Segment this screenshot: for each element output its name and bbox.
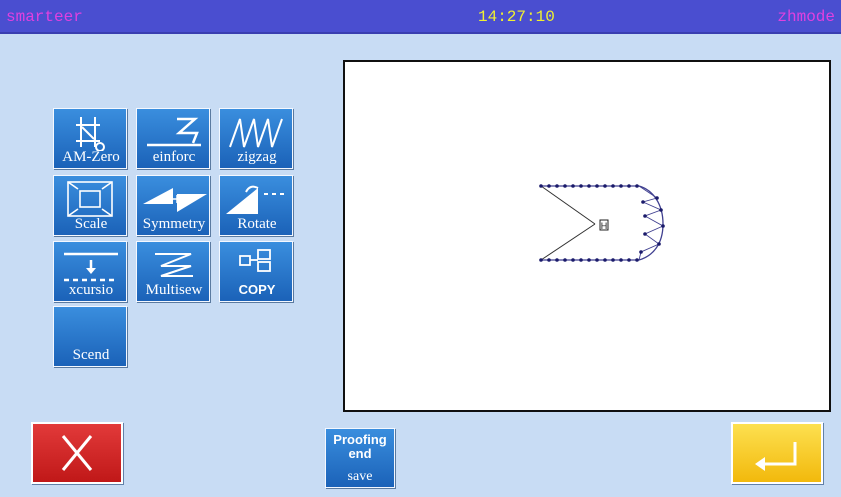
scale-icon: [67, 181, 113, 217]
zigzag-button[interactable]: zigzag: [219, 108, 293, 169]
scend-label: Scend: [72, 347, 110, 363]
stitch-point: [571, 184, 575, 188]
copy-label: COPY: [238, 282, 276, 297]
stitch-point: [603, 258, 607, 262]
stitch-point: [659, 208, 663, 212]
stitch-point: [635, 258, 639, 262]
stitch-point: [635, 184, 639, 188]
stitch-point: [611, 258, 615, 262]
copy-button[interactable]: COPY: [219, 241, 293, 302]
stitch-point: [619, 258, 623, 262]
stitch-point: [555, 258, 559, 262]
rotate-button[interactable]: Rotate: [219, 175, 293, 236]
stitch-pattern-drawing: H: [539, 184, 665, 262]
multisew-label: Multisew: [145, 282, 203, 298]
origin-crosshair-icon: [76, 117, 105, 151]
stitch-point: [639, 250, 643, 254]
rotate-icon: [226, 185, 284, 214]
stitch-point: [587, 184, 591, 188]
proofing-label-line2: end: [348, 446, 372, 461]
stitch-point: [643, 232, 647, 236]
stitch-point: [603, 184, 607, 188]
am-zero-label: AM-Zero: [62, 149, 120, 165]
zigzag-icon: [229, 118, 283, 148]
stitch-point: [587, 258, 591, 262]
zigzag-label: zigzag: [237, 149, 277, 165]
stitch-point: [619, 184, 623, 188]
stitch-point: [539, 184, 543, 188]
enter-button[interactable]: [731, 422, 823, 484]
stitch-point: [641, 200, 645, 204]
copy-icon: [239, 249, 271, 272]
proofing-label-line1: Proofing: [333, 432, 387, 447]
stitch-point: [655, 196, 659, 200]
enter-return-icon: [755, 442, 797, 471]
symmetry-label: Symmetry: [142, 216, 206, 232]
stitch-point: [595, 184, 599, 188]
proofing-end-save-button[interactable]: Proofing end save: [325, 428, 395, 488]
stitch-point: [579, 184, 583, 188]
am-zero-button[interactable]: AM-Zero: [53, 108, 127, 169]
stitch-point: [661, 224, 665, 228]
stitch-point: [579, 258, 583, 262]
symmetry-button[interactable]: Symmetry: [136, 175, 210, 236]
stitch-point: [627, 258, 631, 262]
excursion-icon: [64, 252, 118, 282]
excursion-label: xcursio: [68, 282, 114, 298]
mode-label: zhmode: [777, 8, 835, 26]
excursion-button[interactable]: xcursio: [53, 241, 127, 302]
pattern-canvas[interactable]: H: [343, 60, 831, 412]
stitch-point: [563, 258, 567, 262]
cancel-button[interactable]: [31, 422, 123, 484]
reinforce-button[interactable]: einforc: [136, 108, 210, 169]
scale-button[interactable]: Scale: [53, 175, 127, 236]
stitch-point: [547, 258, 551, 262]
stitch-point: [611, 184, 615, 188]
brand-label: smarteer: [6, 8, 83, 26]
multisew-icon: [155, 253, 193, 277]
rotate-label: Rotate: [237, 216, 277, 232]
stitch-point: [555, 184, 559, 188]
stitch-point: [571, 258, 575, 262]
stitch-point: [563, 184, 567, 188]
stitch-point: [539, 258, 543, 262]
status-bar: smarteer 14:27:10 zhmode: [0, 0, 841, 34]
scend-button[interactable]: Scend: [53, 306, 127, 367]
stitch-point: [657, 242, 661, 246]
stitch-point: [595, 258, 599, 262]
proofing-label-line3: save: [347, 469, 373, 484]
stitch-point: [627, 184, 631, 188]
close-x-icon: [61, 435, 93, 471]
stitch-point: [643, 214, 647, 218]
needle-marker-label: H: [601, 221, 608, 231]
multisew-button[interactable]: Multisew: [136, 241, 210, 302]
stitch-point: [547, 184, 551, 188]
scale-label: Scale: [74, 216, 108, 232]
reinforce-icon: [147, 117, 201, 147]
symmetry-icon: [143, 188, 207, 212]
clock-display: 14:27:10: [478, 8, 555, 26]
reinforce-label: einforc: [152, 149, 196, 165]
